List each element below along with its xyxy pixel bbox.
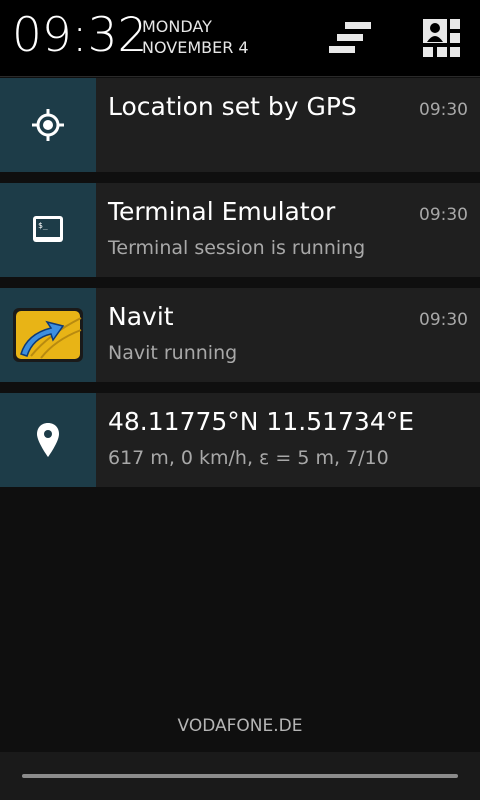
notification-icon-box xyxy=(0,393,96,487)
notification-icon-box xyxy=(0,288,96,382)
notification-subtitle: 617 m, 0 km/h, ε = 5 m, 7/10 xyxy=(108,447,389,469)
notification-title: Location set by GPS xyxy=(108,92,357,121)
quick-settings-button[interactable] xyxy=(414,12,470,64)
notification-navit[interactable]: Navit Navit running 09:30 xyxy=(0,288,480,382)
notification-header: 09:32 MONDAY NOVEMBER 4 xyxy=(0,0,480,77)
clear-all-button[interactable] xyxy=(322,12,378,64)
notification-time: 09:30 xyxy=(419,205,468,225)
notification-time: 09:30 xyxy=(419,100,468,120)
notification-subtitle: Terminal session is running xyxy=(108,237,366,259)
date-label: NOVEMBER 4 xyxy=(142,38,249,57)
notification-title: Terminal Emulator xyxy=(108,197,336,226)
carrier-label: VODAFONE.DE xyxy=(177,716,303,736)
notification-terminal[interactable]: $_ Terminal Emulator Terminal session is… xyxy=(0,183,480,277)
svg-text:$_: $_ xyxy=(38,221,48,230)
notification-location[interactable]: 48.11775°N 11.51734°E 617 m, 0 km/h, ε =… xyxy=(0,393,480,487)
quick-settings-icon xyxy=(423,19,460,57)
notification-title: 48.11775°N 11.51734°E xyxy=(108,407,415,436)
notification-icon-box xyxy=(0,78,96,172)
notification-subtitle: Navit running xyxy=(108,342,238,364)
date-block: MONDAY NOVEMBER 4 xyxy=(142,16,249,58)
notification-title: Navit xyxy=(108,302,174,331)
terminal-icon: $_ xyxy=(33,216,63,242)
notification-icon-box: $_ xyxy=(0,183,96,277)
day-label: MONDAY xyxy=(142,17,212,36)
notification-gps[interactable]: Location set by GPS 09:30 xyxy=(0,78,480,172)
gps-target-icon xyxy=(32,109,64,141)
notification-time: 09:30 xyxy=(419,310,468,330)
map-pin-icon xyxy=(37,423,59,457)
drag-handle-line xyxy=(22,774,458,778)
clear-all-icon xyxy=(329,22,371,53)
panel-drag-handle[interactable] xyxy=(0,752,480,800)
clock: 09:32 xyxy=(12,8,148,63)
navit-app-icon xyxy=(13,308,83,362)
